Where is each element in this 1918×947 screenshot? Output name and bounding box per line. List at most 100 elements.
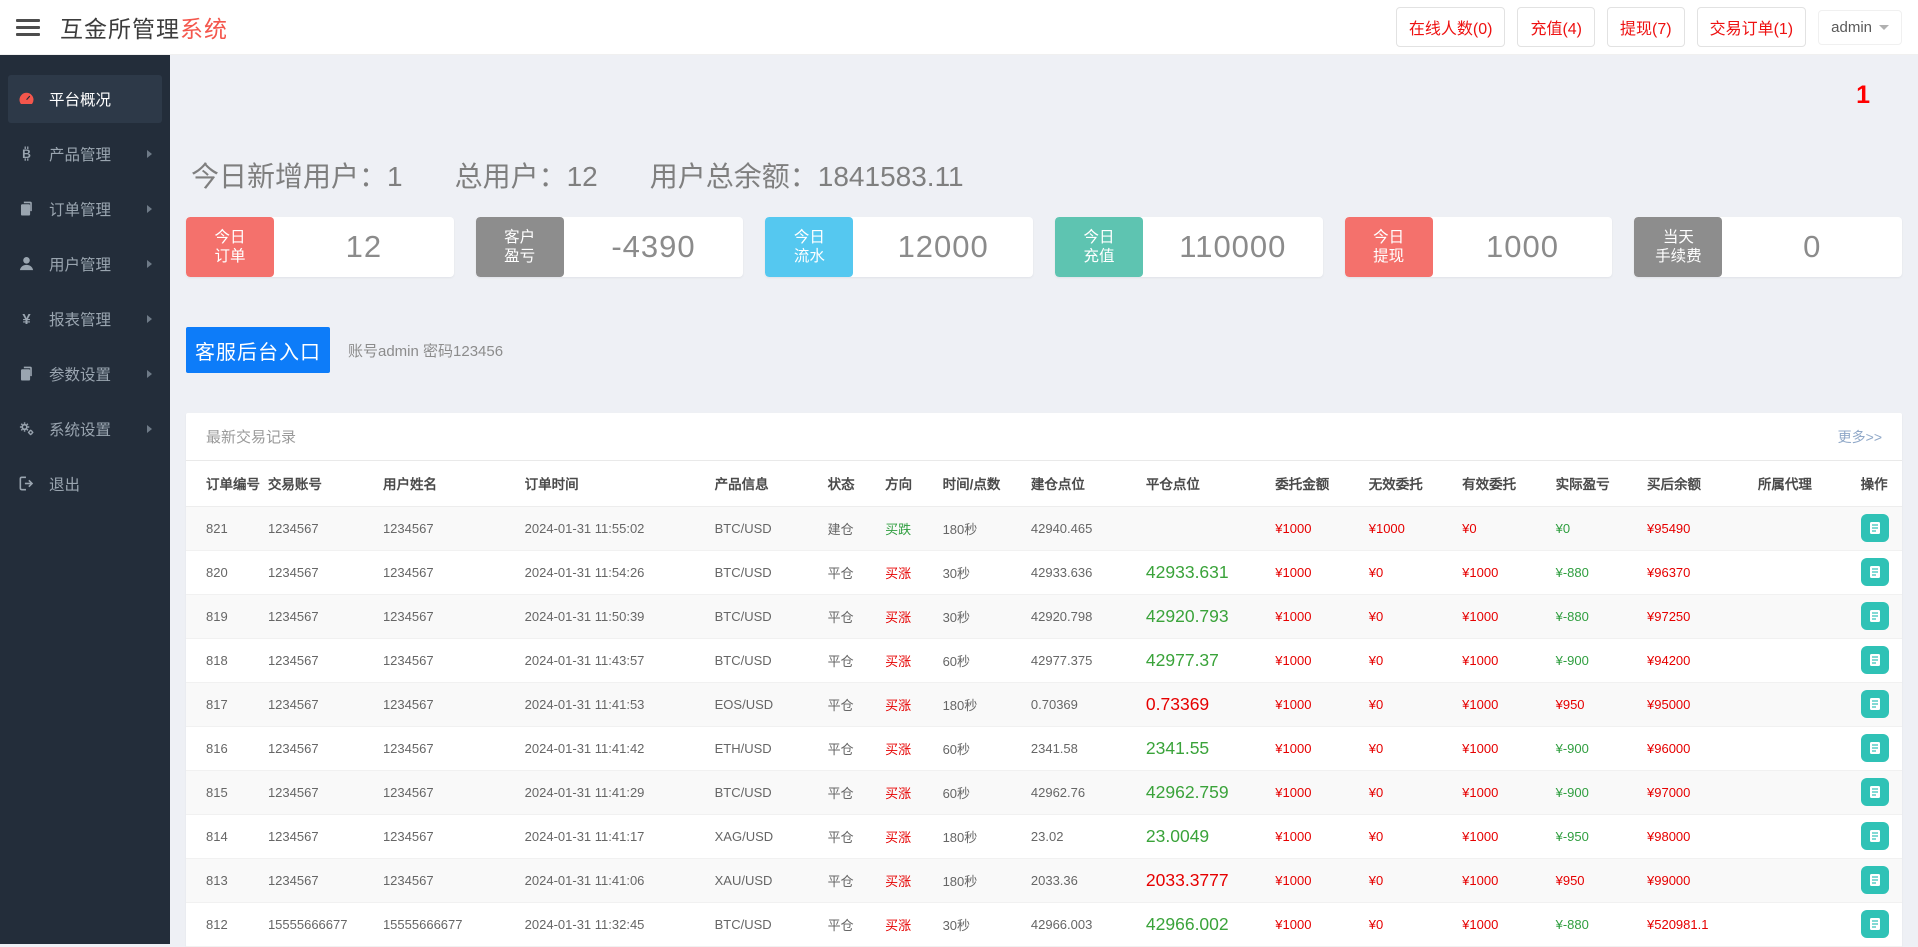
- cell-order-id: 820: [186, 550, 260, 594]
- cell-action: [1853, 770, 1902, 814]
- sidebar-item-1[interactable]: B产品管理: [8, 130, 162, 178]
- cell-account: 1234567: [260, 726, 375, 770]
- cell-balance: ¥99000: [1639, 858, 1750, 902]
- column-header: 订单编号: [186, 461, 260, 506]
- cell-action: [1853, 638, 1902, 682]
- sidebar-item-label: 参数设置: [49, 363, 111, 385]
- more-link[interactable]: 更多>>: [1838, 427, 1882, 447]
- view-detail-button[interactable]: [1861, 778, 1889, 806]
- column-header: 交易账号: [260, 461, 375, 506]
- stat-card: 今日 提现1000: [1345, 217, 1613, 277]
- view-detail-button[interactable]: [1861, 514, 1889, 542]
- header-stat-button[interactable]: 在线人数(0): [1396, 7, 1506, 47]
- cell-direction: 买涨: [877, 726, 935, 770]
- cell-agent: [1750, 858, 1853, 902]
- cell-direction: 买跌: [877, 506, 935, 550]
- view-detail-button[interactable]: [1861, 646, 1889, 674]
- cell-account: 1234567: [260, 770, 375, 814]
- cell-action: [1853, 726, 1902, 770]
- cell-order-time: 2024-01-31 11:50:39: [517, 594, 707, 638]
- cell-amount: ¥1000: [1267, 638, 1360, 682]
- panel-title: 最新交易记录: [206, 426, 296, 447]
- sidebar-item-5[interactable]: 参数设置: [8, 350, 162, 398]
- stat-card-value: 12000: [853, 217, 1033, 277]
- cell-username: 15555666677: [375, 902, 517, 946]
- view-detail-button[interactable]: [1861, 602, 1889, 630]
- cell-profit: ¥-950: [1548, 814, 1639, 858]
- cell-status: 平仓: [820, 902, 878, 946]
- cell-status: 平仓: [820, 726, 878, 770]
- header-stat-button[interactable]: 交易订单(1): [1697, 7, 1807, 47]
- gears-icon: [18, 420, 36, 438]
- sidebar-item-7[interactable]: 退出: [8, 460, 162, 508]
- cell-order-id: 819: [186, 594, 260, 638]
- cell-invalid-amount: ¥0: [1361, 726, 1454, 770]
- cell-close-price: 42966.002: [1138, 902, 1267, 946]
- stat-card-value: 0: [1722, 217, 1902, 277]
- cell-username: 1234567: [375, 594, 517, 638]
- cell-action: [1853, 902, 1902, 946]
- view-detail-button[interactable]: [1861, 690, 1889, 718]
- sidebar-item-0[interactable]: 平台概况: [8, 75, 162, 123]
- latest-trades-panel: 最新交易记录 更多>> 订单编号交易账号用户姓名订单时间产品信息状态方向时间/点…: [186, 413, 1902, 947]
- stat-card: 今日 订单12: [186, 217, 454, 277]
- cell-action: [1853, 594, 1902, 638]
- cell-account: 1234567: [260, 506, 375, 550]
- cell-order-id: 814: [186, 814, 260, 858]
- cell-order-time: 2024-01-31 11:55:02: [517, 506, 707, 550]
- cell-username: 1234567: [375, 770, 517, 814]
- notification-count: 1: [1856, 81, 1870, 110]
- summary-stat: 用户总余额：1841583.11: [650, 161, 964, 192]
- view-detail-button[interactable]: [1861, 910, 1889, 938]
- cell-username: 1234567: [375, 814, 517, 858]
- cell-account: 1234567: [260, 682, 375, 726]
- cell-profit: ¥950: [1548, 858, 1639, 902]
- app-title-accent: 系统: [180, 16, 228, 42]
- header-stat-button[interactable]: 提现(7): [1607, 7, 1685, 47]
- app-title-main: 互金所管理: [60, 16, 180, 42]
- cell-balance: ¥95000: [1639, 682, 1750, 726]
- view-detail-button[interactable]: [1861, 822, 1889, 850]
- cell-profit: ¥-880: [1548, 550, 1639, 594]
- header-stat-button[interactable]: 充值(4): [1517, 7, 1595, 47]
- cell-agent: [1750, 506, 1853, 550]
- app-title: 互金所管理系统: [60, 10, 228, 44]
- sidebar-item-4[interactable]: ¥报表管理: [8, 295, 162, 343]
- cell-duration: 30秒: [935, 594, 1023, 638]
- cell-duration: 180秒: [935, 858, 1023, 902]
- bitcoin-icon: B: [18, 145, 36, 163]
- sidebar-item-6[interactable]: 系统设置: [8, 405, 162, 453]
- cell-status: 平仓: [820, 550, 878, 594]
- cell-invalid-amount: ¥0: [1361, 814, 1454, 858]
- panel-header: 最新交易记录 更多>>: [186, 413, 1902, 461]
- cell-order-time: 2024-01-31 11:41:29: [517, 770, 707, 814]
- table-row: 81215555666677155556666772024-01-31 11:3…: [186, 902, 1902, 946]
- cell-balance: ¥97250: [1639, 594, 1750, 638]
- summary-stat-value: 1: [387, 161, 403, 192]
- cell-order-time: 2024-01-31 11:54:26: [517, 550, 707, 594]
- view-detail-button[interactable]: [1861, 558, 1889, 586]
- cell-balance: ¥96000: [1639, 726, 1750, 770]
- sidebar-item-label: 用户管理: [49, 253, 111, 275]
- cell-close-price: [1138, 506, 1267, 550]
- cell-profit: ¥-880: [1548, 594, 1639, 638]
- cell-action: [1853, 814, 1902, 858]
- stat-card: 今日 充值110000: [1055, 217, 1323, 277]
- cell-open-price: 42940.465: [1023, 506, 1138, 550]
- column-header: 建仓点位: [1023, 461, 1138, 506]
- params-icon: [18, 365, 36, 383]
- view-detail-button[interactable]: [1861, 734, 1889, 762]
- sidebar-item-2[interactable]: 订单管理: [8, 185, 162, 233]
- cell-open-price: 23.02: [1023, 814, 1138, 858]
- service-backend-button[interactable]: 客服后台入口: [186, 327, 330, 373]
- sidebar-item-3[interactable]: 用户管理: [8, 240, 162, 288]
- cell-product: EOS/USD: [707, 682, 820, 726]
- user-dropdown[interactable]: admin: [1818, 10, 1902, 45]
- cell-invalid-amount: ¥0: [1361, 638, 1454, 682]
- cell-status: 平仓: [820, 682, 878, 726]
- view-detail-button[interactable]: [1861, 866, 1889, 894]
- cell-agent: [1750, 902, 1853, 946]
- yen-icon: ¥: [18, 310, 36, 328]
- cell-status: 平仓: [820, 814, 878, 858]
- menu-toggle-icon[interactable]: [16, 15, 40, 40]
